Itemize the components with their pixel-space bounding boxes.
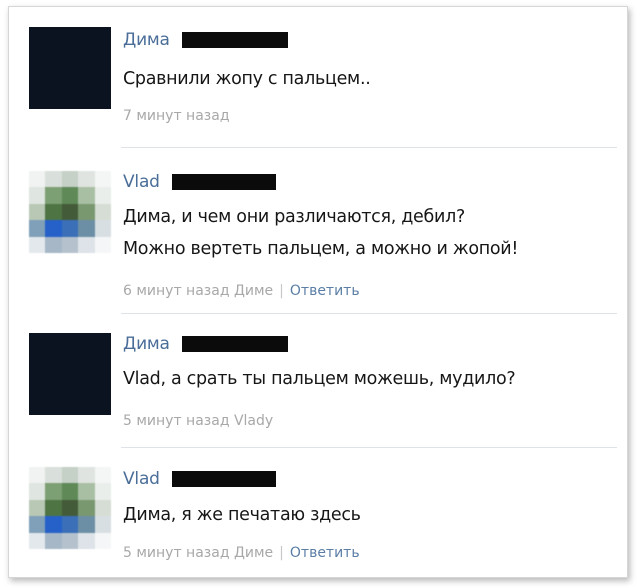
avatar[interactable] bbox=[29, 467, 111, 549]
avatar[interactable] bbox=[29, 27, 111, 109]
comment-meta: 7 минут назад bbox=[123, 108, 230, 124]
divider bbox=[121, 447, 617, 448]
comment-thread: Дима Сравнили жопу с пальцем.. 7 минут н… bbox=[8, 6, 628, 578]
timestamp[interactable]: 5 минут назад bbox=[123, 413, 230, 429]
reply-to-name[interactable]: Диме bbox=[234, 545, 273, 561]
author-link[interactable]: Vlad bbox=[123, 469, 160, 489]
redacted-surname-bar bbox=[181, 32, 288, 48]
author-link[interactable]: Vlad bbox=[123, 172, 160, 192]
avatar[interactable] bbox=[29, 171, 111, 253]
avatar[interactable] bbox=[29, 333, 111, 415]
comment-meta: 5 минут назад Диме | Ответить bbox=[123, 545, 360, 561]
comment-line: Дима, я же печатаю здесь bbox=[123, 505, 361, 525]
comment-text: Дима, и чем они различаются, дебил? Можн… bbox=[123, 203, 518, 263]
comment-header: Vlad bbox=[123, 468, 276, 490]
divider bbox=[121, 313, 617, 314]
comment-meta: 6 минут назад Диме | Ответить bbox=[123, 283, 360, 299]
reply-to-name[interactable]: Диме bbox=[234, 283, 273, 299]
comment-line: Vlad, а срать ты пальцем можешь, мудило? bbox=[123, 369, 516, 389]
author-link[interactable]: Дима bbox=[123, 334, 170, 354]
comment-text: Дима, я же печатаю здесь bbox=[123, 501, 361, 529]
comment-header: Дима bbox=[123, 333, 288, 355]
timestamp[interactable]: 6 минут назад bbox=[123, 283, 230, 299]
comment-meta: 5 минут назад Vlady bbox=[123, 413, 273, 429]
meta-separator: | bbox=[279, 545, 284, 561]
reply-to-name[interactable]: Vlady bbox=[234, 413, 273, 429]
comment-line: Сравнили жопу с пальцем.. bbox=[123, 69, 371, 89]
meta-separator: | bbox=[279, 283, 284, 299]
comment-text: Vlad, а срать ты пальцем можешь, мудило? bbox=[123, 365, 516, 393]
comment-text: Сравнили жопу с пальцем.. bbox=[123, 65, 371, 93]
comment-header: Дима bbox=[123, 29, 288, 51]
comment-header: Vlad bbox=[123, 171, 276, 193]
divider bbox=[121, 147, 617, 148]
comment-line: Можно вертеть пальцем, а можно и жопой! bbox=[123, 239, 519, 259]
redacted-surname-bar bbox=[171, 174, 276, 190]
author-link[interactable]: Дима bbox=[123, 30, 170, 50]
redacted-surname-bar bbox=[171, 471, 276, 487]
timestamp[interactable]: 5 минут назад bbox=[123, 545, 230, 561]
reply-button[interactable]: Ответить bbox=[290, 283, 360, 299]
reply-button[interactable]: Ответить bbox=[290, 545, 360, 561]
timestamp[interactable]: 7 минут назад bbox=[123, 108, 230, 124]
comment-line: Дима, и чем они различаются, дебил? bbox=[123, 207, 465, 227]
redacted-surname-bar bbox=[181, 336, 288, 352]
